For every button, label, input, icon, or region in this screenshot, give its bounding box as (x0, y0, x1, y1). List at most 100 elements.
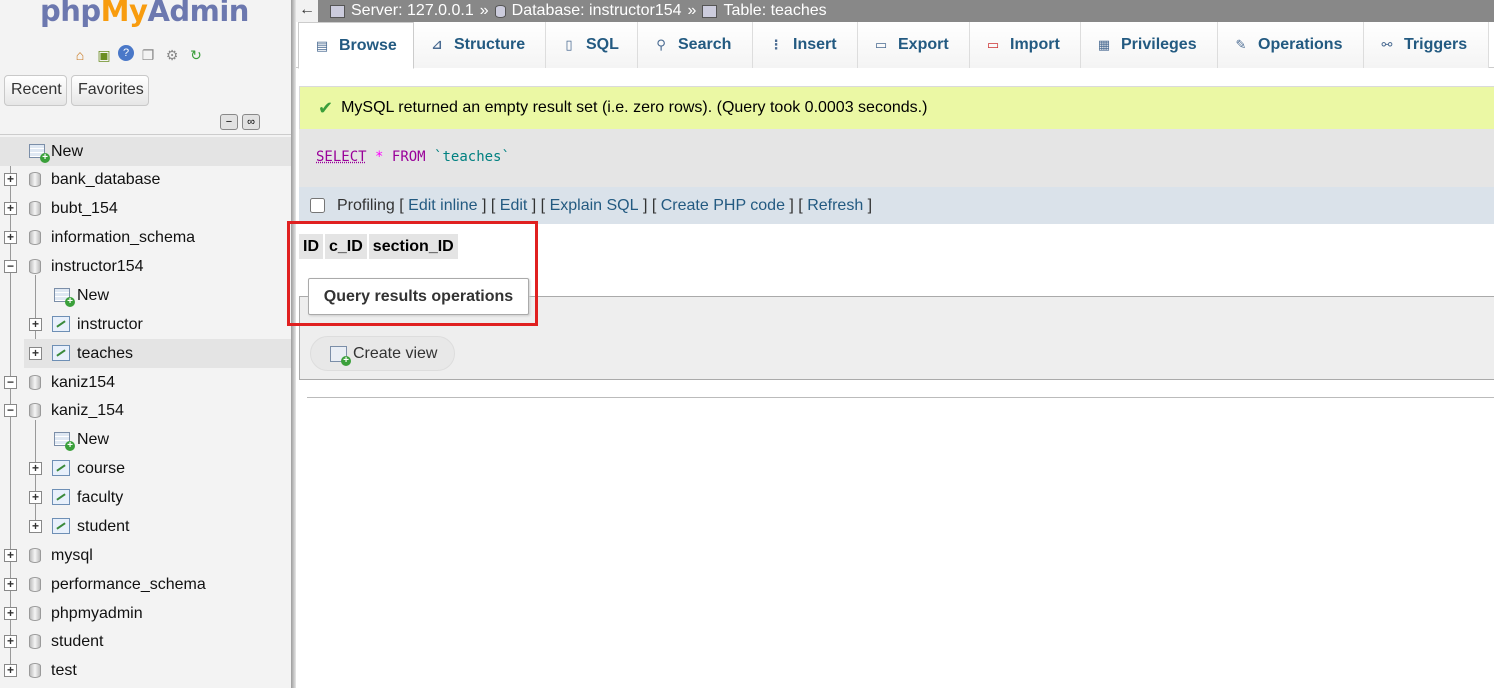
query-options-bar: Profiling [ Edit inline ] [ Edit ] [ Exp… (299, 187, 1494, 224)
tree-item-bank-database[interactable]: + bank_database (0, 165, 291, 194)
expand-icon[interactable]: + (29, 491, 42, 504)
refresh-link[interactable]: Refresh (807, 197, 863, 215)
tab-sql[interactable]: ▯ SQL (546, 22, 638, 68)
tab-operations[interactable]: ✎ Operations (1218, 22, 1364, 68)
navigation-sidebar: phpMyAdmin ⌂ ▣ ? ❐ ⚙ ↻ Recent Favorites … (0, 0, 291, 688)
browse-icon: ▤ (315, 37, 329, 53)
explain-sql-link[interactable]: Explain SQL (550, 197, 639, 215)
sidebar-resize-handle[interactable] (291, 0, 296, 688)
sql-query-display[interactable]: SELECT * FROM `teaches` (299, 129, 1494, 187)
new-table-icon (54, 432, 75, 451)
expand-icon[interactable]: + (29, 520, 42, 533)
tree-item-new-table[interactable]: New (0, 281, 291, 310)
database-icon (29, 606, 41, 621)
divider (307, 397, 1494, 398)
edit-link[interactable]: Edit (500, 197, 528, 215)
profiling-checkbox[interactable] (310, 198, 325, 213)
tree-item-instructor154[interactable]: − instructor154 (0, 252, 291, 281)
tree-item-new-table[interactable]: New (0, 425, 291, 454)
tree-controls: − ∞ (220, 114, 260, 130)
table-icon (52, 460, 70, 476)
favorites-button[interactable]: Favorites (71, 75, 149, 106)
database-icon (29, 548, 41, 563)
breadcrumb-separator: » (687, 2, 697, 19)
breadcrumb-database[interactable]: Database: instructor154 (494, 2, 682, 20)
tree-item-teaches[interactable]: + teaches (24, 339, 291, 368)
collapse-icon[interactable]: − (4, 260, 17, 273)
tree-item-bubt-154[interactable]: + bubt_154 (0, 194, 291, 223)
help-icon[interactable]: ? (118, 45, 134, 61)
table-icon (52, 489, 70, 505)
database-icon (29, 577, 41, 592)
collapse-icon[interactable]: − (4, 376, 17, 389)
expand-icon[interactable]: + (4, 635, 17, 648)
expand-icon[interactable]: + (29, 462, 42, 475)
table-icon (702, 4, 718, 18)
breadcrumb-table[interactable]: Table: teaches (702, 2, 827, 20)
create-view-button[interactable]: Create view (310, 336, 455, 371)
new-table-icon (54, 288, 75, 307)
import-icon: ▭ (986, 37, 1000, 52)
triggers-icon: ⚯ (1381, 37, 1393, 52)
expand-icon[interactable]: + (4, 549, 17, 562)
tree-item-faculty[interactable]: + faculty (0, 483, 291, 512)
expand-icon[interactable]: + (4, 231, 17, 244)
collapse-icon[interactable]: − (4, 404, 17, 417)
recent-button[interactable]: Recent (4, 75, 67, 106)
expand-icon[interactable]: + (4, 202, 17, 215)
tree-item-mysql[interactable]: + mysql (0, 541, 291, 570)
export-icon: ▭ (874, 37, 888, 52)
tree-item-course[interactable]: + course (0, 454, 291, 483)
structure-icon: ⊿ (431, 37, 443, 52)
tab-import[interactable]: ▭ Import (970, 22, 1081, 68)
breadcrumb-server[interactable]: Server: 127.0.0.1 (330, 2, 474, 20)
tab-insert[interactable]: ⋮ Insert (753, 22, 858, 68)
tab-search[interactable]: ⚲ Search (638, 22, 753, 68)
search-icon: ⚲ (656, 37, 666, 52)
expand-icon[interactable]: + (4, 607, 17, 620)
insert-icon: ⋮ (769, 37, 783, 52)
sql-icon: ▯ (565, 37, 573, 52)
tree-divider (0, 134, 291, 135)
collapse-all-icon[interactable]: − (220, 114, 238, 130)
checkmark-icon: ✔ (318, 97, 334, 118)
database-icon (29, 201, 41, 216)
tab-privileges[interactable]: ▦ Privileges (1081, 22, 1218, 68)
create-view-icon (330, 345, 351, 366)
back-arrow-icon[interactable]: ← (296, 0, 318, 22)
expand-icon[interactable]: + (29, 318, 42, 331)
docs-icon[interactable]: ❐ (138, 45, 158, 65)
annotation-highlight-box (287, 221, 538, 326)
tree-item-student-database[interactable]: + student (0, 627, 291, 656)
table-icon (52, 316, 70, 332)
expand-icon[interactable]: + (29, 347, 42, 360)
tree-item-performance-schema[interactable]: + performance_schema (0, 570, 291, 599)
tree-item-phpmyadmin[interactable]: + phpmyadmin (0, 599, 291, 628)
tree-item-kaniz-154[interactable]: − kaniz_154 (0, 396, 291, 425)
table-tabs: ▤ Browse ⊿ Structure ▯ SQL ⚲ Search ⋮ Insert … (296, 22, 1494, 69)
logout-icon[interactable]: ▣ (94, 45, 114, 65)
tree-item-student-table[interactable]: + student (0, 512, 291, 541)
success-message: ✔ MySQL returned an empty result set (i.… (299, 86, 1494, 129)
tab-triggers[interactable]: ⚯ Triggers (1364, 22, 1489, 68)
reload-icon[interactable]: ↻ (186, 45, 206, 65)
link-with-main-icon[interactable]: ∞ (242, 114, 260, 130)
tree-item-kaniz154[interactable]: − kaniz154 (0, 368, 291, 397)
tree-item-information-schema[interactable]: + information_schema (0, 223, 291, 252)
create-php-code-link[interactable]: Create PHP code (661, 197, 785, 215)
expand-icon[interactable]: + (4, 664, 17, 677)
edit-inline-link[interactable]: Edit inline (408, 197, 477, 215)
phpmyadmin-logo[interactable]: phpMyAdmin (40, 0, 249, 28)
expand-icon[interactable]: + (4, 578, 17, 591)
expand-icon[interactable]: + (4, 173, 17, 186)
tree-item-instructor[interactable]: + instructor (0, 310, 291, 339)
tree-item-new-database[interactable]: New (0, 137, 291, 166)
tree-item-test[interactable]: + test (0, 656, 291, 685)
tab-browse[interactable]: ▤ Browse (298, 22, 414, 69)
privileges-icon: ▦ (1097, 37, 1111, 52)
settings-gear-icon[interactable]: ⚙ (162, 45, 182, 65)
tab-structure[interactable]: ⊿ Structure (414, 22, 546, 68)
home-icon[interactable]: ⌂ (70, 45, 90, 65)
tab-export[interactable]: ▭ Export (858, 22, 970, 68)
table-icon (52, 518, 70, 534)
